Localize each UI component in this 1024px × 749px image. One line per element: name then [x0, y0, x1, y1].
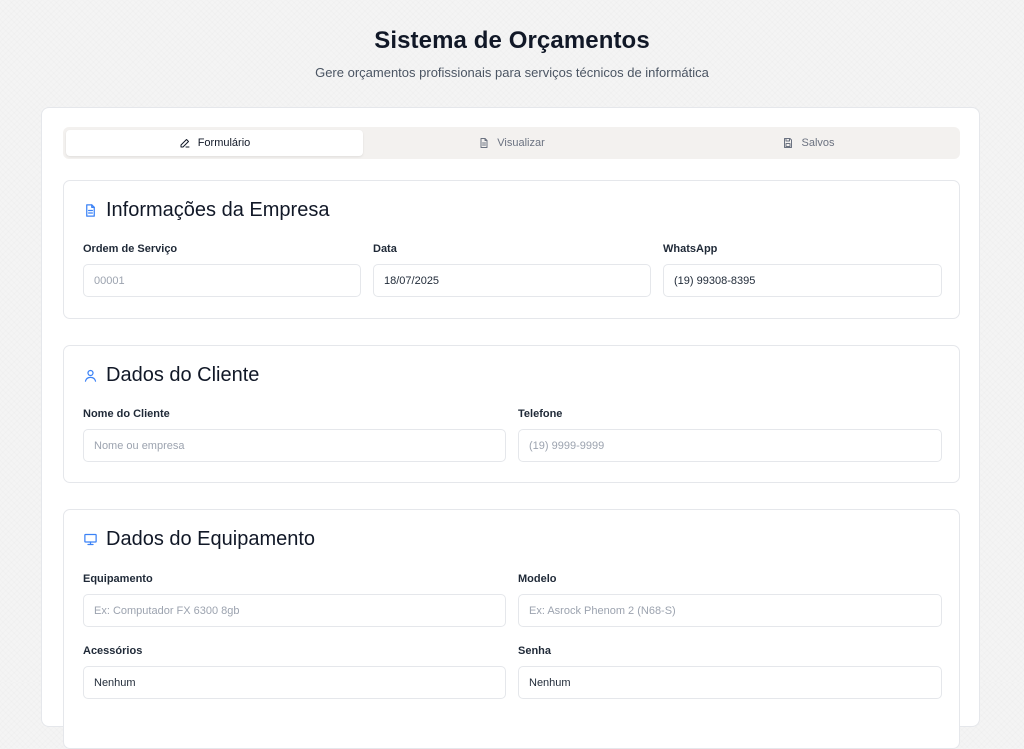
main-card: Formulário Visualizar Salvos Informações…	[41, 107, 980, 749]
client-name-input[interactable]: Nome ou empresa	[83, 429, 506, 462]
password-field: Senha Nenhum	[518, 645, 942, 699]
tab-label: Visualizar	[497, 137, 545, 149]
client-phone-input[interactable]: (19) 9999-9999	[518, 429, 942, 462]
monitor-icon	[84, 533, 97, 546]
page-title: Sistema de Orçamentos	[374, 27, 650, 54]
tab-formulario[interactable]: Formulário	[66, 130, 363, 156]
section-client: Dados do Cliente Nome do Cliente Nome ou…	[63, 345, 960, 483]
client-phone-field: Telefone (19) 9999-9999	[518, 408, 942, 462]
accessories-field: Acessórios Nenhum	[83, 645, 506, 699]
tab-salvos[interactable]: Salvos	[660, 130, 957, 156]
field-label: Senha	[518, 645, 552, 657]
section-equipment: Dados do Equipamento Equipamento Ex: Com…	[63, 509, 960, 749]
document-icon	[86, 204, 95, 217]
section-title: Dados do Equipamento	[83, 528, 315, 551]
tab-label: Formulário	[197, 137, 251, 149]
field-label: Telefone	[518, 408, 563, 420]
order-input[interactable]: 00001	[83, 264, 361, 297]
section-title: Dados do Cliente	[83, 364, 259, 387]
field-label: Modelo	[518, 573, 557, 585]
page-subtitle: Gere orçamentos profissionais para servi…	[315, 65, 709, 80]
password-input[interactable]: Nenhum	[518, 666, 942, 699]
field-label: Equipamento	[83, 573, 153, 585]
tab-visualizar[interactable]: Visualizar	[363, 130, 660, 156]
page-header: Sistema de Orçamentos Gere orçamentos pr…	[0, 0, 1024, 80]
field-label: Ordem de Serviço	[83, 243, 178, 255]
date-input[interactable]: 18/07/2025	[373, 264, 651, 297]
whatsapp-field: WhatsApp (19) 99308-8395	[663, 243, 942, 297]
client-name-field: Nome do Cliente Nome ou empresa	[83, 408, 506, 462]
tab-bar: Formulário Visualizar Salvos	[63, 127, 960, 159]
field-label: Data	[373, 243, 397, 255]
whatsapp-input[interactable]: (19) 99308-8395	[663, 264, 942, 297]
section-title: Informações da Empresa	[83, 199, 329, 222]
tab-label: Salvos	[801, 137, 835, 149]
model-field: Modelo Ex: Asrock Phenom 2 (N68-S)	[518, 573, 942, 627]
accessories-input[interactable]: Nenhum	[83, 666, 506, 699]
section-company: Informações da Empresa Ordem de Serviço …	[63, 180, 960, 319]
date-field: Data 18/07/2025	[373, 243, 651, 297]
field-label: WhatsApp	[663, 243, 718, 255]
model-input[interactable]: Ex: Asrock Phenom 2 (N68-S)	[518, 594, 942, 627]
order-field: Ordem de Serviço 00001	[83, 243, 361, 297]
save-icon	[784, 138, 793, 148]
equipment-input[interactable]: Ex: Computador FX 6300 8gb	[83, 594, 506, 627]
user-icon	[84, 369, 97, 382]
pencil-icon	[180, 139, 190, 148]
field-label: Acessórios	[83, 645, 143, 657]
document-icon	[480, 138, 488, 148]
field-label: Nome do Cliente	[83, 408, 170, 420]
equipment-field: Equipamento Ex: Computador FX 6300 8gb	[83, 573, 506, 627]
